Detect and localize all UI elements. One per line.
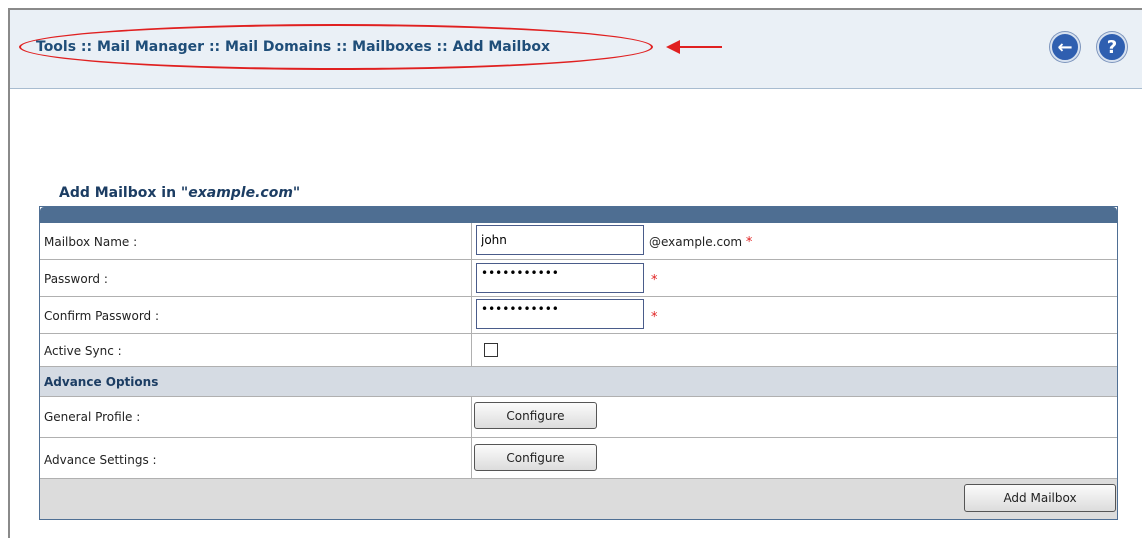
column-divider (471, 397, 472, 479)
help-button[interactable]: ? (1097, 32, 1127, 62)
arrow-left-circle-icon: ← (1057, 36, 1073, 58)
question-circle-icon: ? (1106, 36, 1118, 58)
form-title-domain: "example.com" (180, 185, 301, 201)
general-profile-label: General Profile : (44, 410, 141, 424)
panel-header (40, 207, 1117, 223)
required-mark: * (651, 310, 658, 325)
advance-options-heading-row: Advance Options (40, 367, 1117, 397)
form-footer (40, 479, 1117, 519)
confirm-password-label: Confirm Password : (44, 309, 160, 323)
mailbox-name-input[interactable] (476, 225, 644, 255)
general-profile-configure-button[interactable]: Configure (474, 402, 597, 429)
annotation-arrow-icon (666, 40, 722, 54)
required-mark: * (651, 273, 658, 288)
active-sync-checkbox[interactable] (484, 343, 498, 357)
active-sync-label: Active Sync : (44, 344, 122, 358)
form-title: Add Mailbox in "example.com" (59, 185, 301, 201)
password-input[interactable]: ••••••••••• (476, 263, 644, 293)
required-mark: * (745, 235, 753, 250)
advance-options-heading: Advance Options (44, 375, 159, 389)
add-mailbox-panel: Mailbox Name : @example.com * Password :… (39, 206, 1118, 520)
advance-settings-configure-button[interactable]: Configure (474, 444, 597, 471)
mailbox-name-label: Mailbox Name : (44, 235, 138, 249)
add-mailbox-button[interactable]: Add Mailbox (964, 484, 1116, 512)
back-button[interactable]: ← (1050, 32, 1080, 62)
advance-settings-label: Advance Settings : (44, 453, 157, 467)
highlight-ellipse (19, 24, 653, 70)
password-label: Password : (44, 272, 108, 286)
column-divider (471, 223, 472, 367)
active-sync-row: Active Sync : (40, 334, 1117, 367)
domain-suffix: @example.com * (649, 235, 753, 250)
confirm-password-input[interactable]: ••••••••••• (476, 299, 644, 329)
